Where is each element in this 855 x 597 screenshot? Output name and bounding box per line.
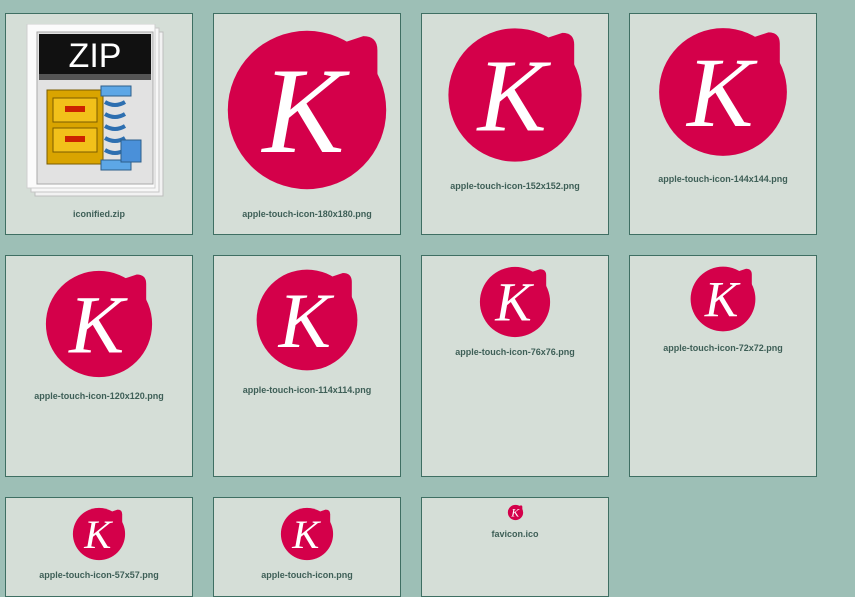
file-tile[interactable]: K favicon.ico bbox=[421, 497, 609, 597]
k-logo-icon: K bbox=[6, 265, 192, 383]
k-logo-icon: K bbox=[214, 264, 400, 376]
svg-text:K: K bbox=[291, 512, 321, 557]
svg-text:K: K bbox=[260, 42, 350, 179]
svg-text:K: K bbox=[278, 277, 335, 364]
file-name-label: iconified.zip bbox=[72, 209, 125, 219]
svg-text:K: K bbox=[68, 278, 128, 370]
file-name-label: apple-touch-icon-120x120.png bbox=[34, 391, 164, 401]
file-name-label: favicon.ico bbox=[491, 529, 539, 539]
file-name-label: apple-touch-icon-180x180.png bbox=[242, 209, 372, 219]
svg-text:K: K bbox=[685, 38, 758, 148]
svg-text:K: K bbox=[83, 512, 113, 557]
zip-archive-icon: ZIP bbox=[6, 24, 192, 200]
k-logo-icon: K bbox=[630, 21, 816, 163]
file-tile[interactable]: K apple-touch-icon-114x114.png bbox=[213, 255, 401, 477]
file-tile[interactable]: K apple-touch-icon-144x144.png bbox=[629, 13, 817, 235]
k-logo-icon: K bbox=[422, 21, 608, 169]
svg-text:K: K bbox=[704, 271, 741, 327]
zip-badge-text: ZIP bbox=[69, 37, 122, 75]
file-name-label: apple-touch-icon-152x152.png bbox=[450, 181, 580, 191]
k-logo-icon: K bbox=[630, 263, 816, 335]
file-tile-zip[interactable]: ZIP iconified.zip bbox=[5, 13, 193, 235]
k-logo-icon: K bbox=[422, 263, 608, 341]
file-tile[interactable]: K apple-touch-icon-72x72.png bbox=[629, 255, 817, 477]
svg-text:K: K bbox=[475, 40, 551, 154]
file-tile[interactable]: K apple-touch-icon-120x120.png bbox=[5, 255, 193, 477]
k-logo-icon: K bbox=[6, 505, 192, 563]
file-tile[interactable]: K apple-touch-icon-152x152.png bbox=[421, 13, 609, 235]
k-logo-icon: K bbox=[214, 505, 400, 563]
k-logo-icon: K bbox=[214, 22, 400, 198]
k-logo-icon: K bbox=[422, 504, 608, 521]
file-name-label: apple-touch-icon-144x144.png bbox=[658, 174, 788, 184]
file-name-label: apple-touch-icon-72x72.png bbox=[663, 343, 783, 353]
file-name-label: apple-touch-icon.png bbox=[261, 570, 353, 580]
svg-text:K: K bbox=[510, 506, 520, 520]
file-tile[interactable]: K apple-touch-icon-57x57.png bbox=[5, 497, 193, 597]
file-name-label: apple-touch-icon-57x57.png bbox=[39, 570, 159, 580]
svg-text:K: K bbox=[494, 272, 534, 333]
file-name-label: apple-touch-icon-114x114.png bbox=[242, 385, 372, 395]
file-tile[interactable]: K apple-touch-icon.png bbox=[213, 497, 401, 597]
file-name-label: apple-touch-icon-76x76.png bbox=[455, 347, 575, 357]
file-tile[interactable]: K apple-touch-icon-180x180.png bbox=[213, 13, 401, 235]
file-tile[interactable]: K apple-touch-icon-76x76.png bbox=[421, 255, 609, 477]
